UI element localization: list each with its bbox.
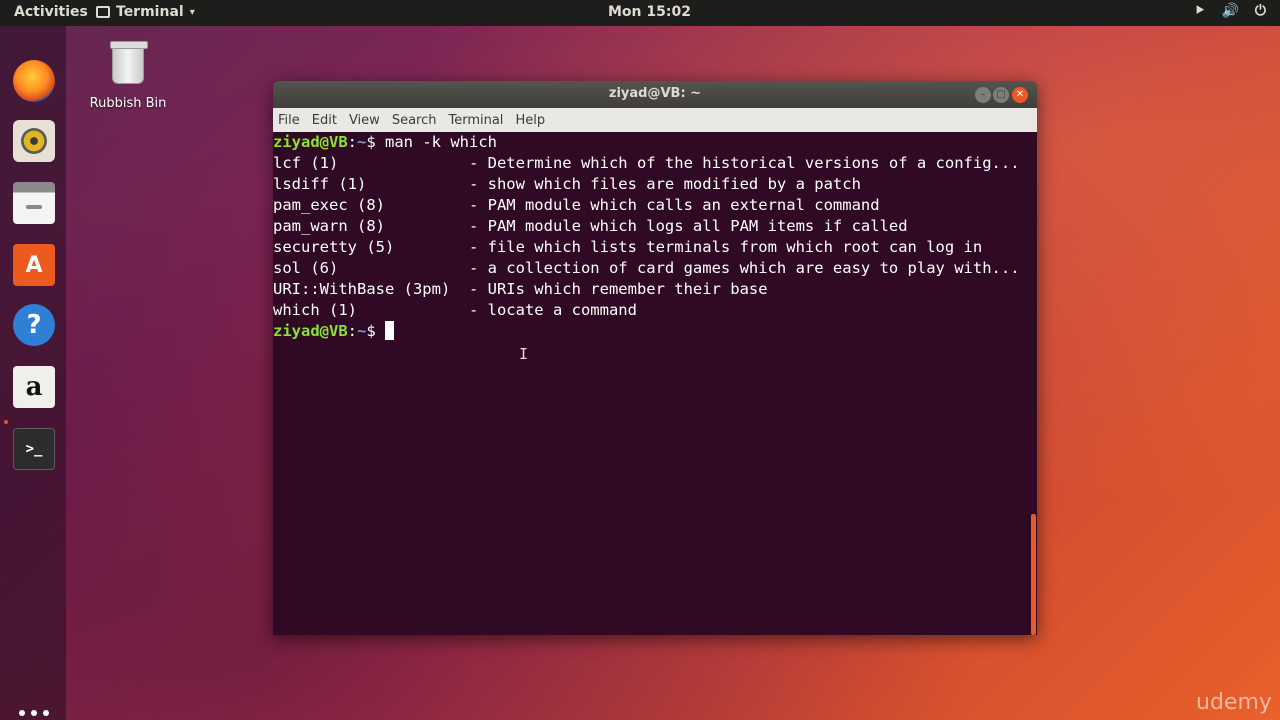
output-line: securetty (5) - file which lists termina… <box>273 238 983 256</box>
scrollbar[interactable] <box>1031 514 1036 635</box>
maximize-button[interactable]: □ <box>993 87 1009 103</box>
show-apps-icon[interactable] <box>19 710 49 720</box>
software-icon[interactable]: A <box>13 244 55 286</box>
firefox-icon[interactable] <box>13 60 55 102</box>
close-button[interactable]: ✕ <box>1012 87 1028 103</box>
menu-view[interactable]: View <box>349 113 380 128</box>
rubbish-bin-label: Rubbish Bin <box>89 96 167 111</box>
output-line: URI::WithBase (3pm) - URIs which remembe… <box>273 280 768 298</box>
window-titlebar[interactable]: ziyad@VB: ~ – □ ✕ <box>273 81 1037 108</box>
files-icon[interactable] <box>13 182 55 224</box>
top-panel: Activities Terminal ▾ Mon 15:02 ⯈ 🔊 ⏻ <box>0 0 1280 26</box>
terminal-output[interactable]: ziyad@VB:~$ man -k which lcf (1) - Deter… <box>273 132 1033 635</box>
menu-edit[interactable]: Edit <box>312 113 337 128</box>
rubbish-bin[interactable]: Rubbish Bin <box>88 41 168 111</box>
command-text: man -k which <box>385 133 497 151</box>
terminal-icon[interactable]: >_ <box>13 428 55 470</box>
activities-button[interactable]: Activities <box>14 4 88 20</box>
terminal-small-icon <box>96 6 110 18</box>
prompt-line: ziyad@VB:~$ <box>273 321 1033 342</box>
network-icon: ⯈ <box>1194 3 1206 19</box>
system-menu[interactable]: ⯈ 🔊 ⏻ <box>1194 3 1266 19</box>
window-title: ziyad@VB: ~ <box>608 86 702 101</box>
output-line: lsdiff (1) - show which files are modifi… <box>273 175 861 193</box>
menu-bar: File Edit View Search Terminal Help <box>273 108 1037 132</box>
command-line: ziyad@VB:~$ man -k which <box>273 132 1033 153</box>
text-cursor <box>385 321 395 340</box>
prompt-sep: : <box>347 133 357 151</box>
prompt-sep: : <box>347 322 357 340</box>
help-icon[interactable]: ? <box>13 304 55 346</box>
output-line: pam_exec (8) - PAM module which calls an… <box>273 196 880 214</box>
rhythmbox-icon[interactable] <box>13 120 55 162</box>
clock[interactable]: Mon 15:02 <box>608 4 691 20</box>
prompt-dollar: $ <box>366 322 386 340</box>
output-line: lcf (1) - Determine which of the histori… <box>273 154 1020 172</box>
menu-search[interactable]: Search <box>392 113 437 128</box>
menu-file[interactable]: File <box>278 113 300 128</box>
prompt-path: ~ <box>357 322 367 340</box>
prompt-user: ziyad@VB <box>273 133 348 151</box>
output-line: sol (6) - a collection of card games whi… <box>273 259 1020 277</box>
drawer-slot-icon <box>26 205 42 209</box>
chevron-down-icon: ▾ <box>189 6 195 18</box>
amazon-icon[interactable]: a <box>13 366 55 408</box>
volume-icon: 🔊 <box>1221 3 1239 19</box>
app-menu-label: Terminal <box>116 4 184 20</box>
prompt-dollar: $ <box>366 133 386 151</box>
prompt-path: ~ <box>357 133 367 151</box>
prompt-user: ziyad@VB <box>273 322 348 340</box>
trash-icon <box>110 41 148 84</box>
output-line: pam_warn (8) - PAM module which logs all… <box>273 217 908 235</box>
app-menu[interactable]: Terminal ▾ <box>96 4 195 20</box>
output-line: which (1) - locate a command <box>273 301 637 319</box>
disc-icon <box>21 128 47 154</box>
dock: A ? a >_ <box>0 26 66 720</box>
menu-help[interactable]: Help <box>515 113 545 128</box>
terminal-window[interactable]: ziyad@VB: ~ – □ ✕ File Edit View Search … <box>273 81 1037 635</box>
mouse-ibeam-icon: I <box>519 345 529 363</box>
udemy-watermark: udemy <box>1196 690 1272 715</box>
running-indicator <box>4 420 8 424</box>
menu-terminal[interactable]: Terminal <box>448 113 503 128</box>
minimize-button[interactable]: – <box>975 87 991 103</box>
power-icon: ⏻ <box>1254 3 1266 19</box>
